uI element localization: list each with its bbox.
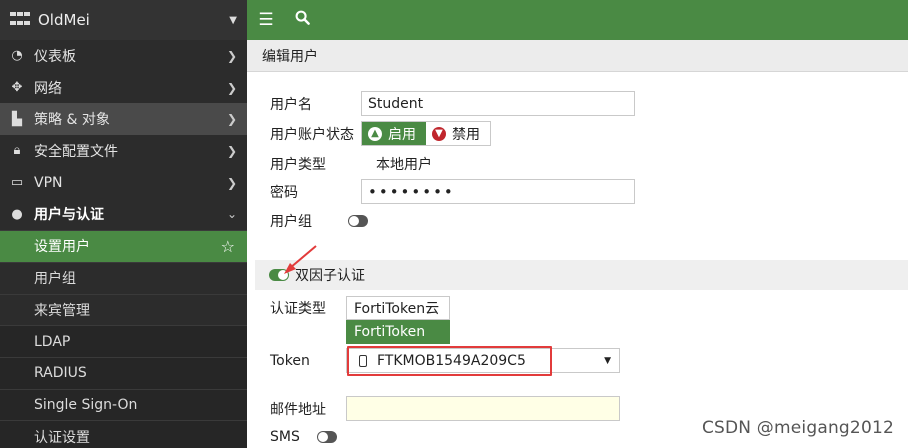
user-type-value: 本地用户 — [376, 156, 432, 173]
chevron-right-icon: ❯ — [226, 175, 237, 190]
sidebar-item-vpn[interactable]: ▭ VPN ❯ — [0, 167, 247, 199]
user-group-row: 用户组 — [255, 208, 368, 233]
sidebar-subitem-auth-settings[interactable]: 认证设置 — [0, 420, 247, 448]
star-icon[interactable]: ☆ — [221, 237, 235, 256]
chevron-down-icon: ⌄ — [226, 207, 237, 222]
page-title: 编辑用户 — [247, 40, 908, 72]
mobile-phone-icon — [359, 354, 367, 367]
sidebar-subitem-sso[interactable]: Single Sign-On — [0, 388, 247, 421]
status-row: 用户账户状态 ▲ 启用 ▼ 禁用 — [255, 121, 491, 146]
sidebar-item-policy[interactable]: ▙ 策略 & 对象 ❯ — [0, 103, 247, 136]
edit-user-form: 用户名 Student 用户账户状态 ▲ 启用 ▼ 禁用 用户类型 本地用户 密… — [255, 80, 908, 448]
watermark: CSDN @meigang2012 — [701, 418, 894, 438]
disable-button[interactable]: ▼ 禁用 — [426, 122, 490, 145]
auth-type-options: FortiToken云 FortiToken — [346, 296, 450, 344]
chevron-right-icon: ❯ — [226, 48, 237, 63]
device-selector[interactable]: OldMei ▼ — [0, 0, 247, 40]
sidebar-item-security-profiles[interactable]: 🔒︎ 安全配置文件 ❯ — [0, 135, 247, 167]
chevron-right-icon: ❯ — [226, 143, 237, 158]
email-input[interactable] — [346, 396, 620, 421]
network-move-icon: ✥ — [11, 80, 23, 96]
sidebar-subitem-ldap[interactable]: LDAP — [0, 325, 247, 357]
menu-icon[interactable]: ☰ — [257, 10, 275, 30]
sidebar-subitem-guest-management[interactable]: 来宾管理 — [0, 293, 247, 326]
auth-option-fortitoken[interactable]: FortiToken — [346, 320, 450, 344]
user-group-label: 用户组 — [270, 213, 312, 230]
lock-icon: 🔒︎ — [13, 143, 21, 159]
user-type-label: 用户类型 — [270, 156, 326, 173]
sms-row: SMS — [255, 426, 337, 448]
policy-icon: ▙ — [12, 111, 22, 127]
password-input[interactable]: •••••••• — [361, 179, 635, 204]
two-factor-label: 双因子认证 — [295, 268, 365, 284]
sidebar: OldMei ▼ ◔ 仪表板 ❯ ✥ 网络 ❯ ▙ 策略 & 对象 ❯ 🔒︎ 安… — [0, 0, 247, 448]
password-label: 密码 — [270, 184, 298, 201]
arrow-down-icon: ▼ — [432, 126, 446, 141]
user-group-toggle[interactable] — [348, 214, 368, 227]
chevron-right-icon: ❯ — [226, 80, 237, 95]
user-icon: ● — [11, 206, 23, 222]
username-label: 用户名 — [270, 96, 312, 113]
caret-down-icon: ▼ — [229, 14, 237, 26]
arrow-up-icon: ▲ — [368, 126, 382, 141]
sms-label: SMS — [270, 429, 300, 445]
status-toggle: ▲ 启用 ▼ 禁用 — [361, 121, 491, 146]
password-row: 密码 •••••••• — [255, 179, 635, 204]
username-input[interactable]: Student — [361, 91, 635, 116]
status-label: 用户账户状态 — [270, 126, 354, 143]
sidebar-subitem-radius[interactable]: RADIUS — [0, 356, 247, 389]
chevron-right-icon: ❯ — [226, 112, 237, 127]
sidebar-item-network[interactable]: ✥ 网络 ❯ — [0, 72, 247, 104]
sidebar-subitem-user-groups[interactable]: 用户组 — [0, 261, 247, 294]
two-factor-toggle[interactable] — [269, 269, 289, 281]
two-factor-section: 双因子认证 — [255, 260, 908, 290]
sidebar-subitem-user-definition[interactable]: 设置用户 ☆ — [0, 230, 247, 262]
fortinet-logo-icon — [10, 12, 30, 28]
enable-button[interactable]: ▲ 启用 — [362, 122, 426, 145]
username-row: 用户名 Student — [255, 91, 635, 116]
sidebar-item-dashboard[interactable]: ◔ 仪表板 ❯ — [0, 40, 247, 72]
laptop-icon: ▭ — [10, 175, 24, 191]
top-bar: ☰ — [247, 0, 908, 40]
user-type-row: 用户类型 本地用户 — [255, 151, 432, 176]
token-select[interactable]: FTKMOB1549A209C5 ▼ — [346, 348, 620, 373]
device-name: OldMei — [38, 11, 90, 29]
dropdown-caret-icon: ▼ — [604, 355, 611, 366]
dashboard-icon: ◔ — [11, 48, 23, 64]
sms-toggle[interactable] — [317, 431, 337, 443]
search-icon[interactable] — [293, 10, 311, 30]
token-value: FTKMOB1549A209C5 — [377, 352, 526, 369]
auth-option-fortitoken-cloud[interactable]: FortiToken云 — [346, 296, 450, 320]
sidebar-item-user-auth[interactable]: ● 用户与认证 ⌄ — [0, 198, 247, 230]
